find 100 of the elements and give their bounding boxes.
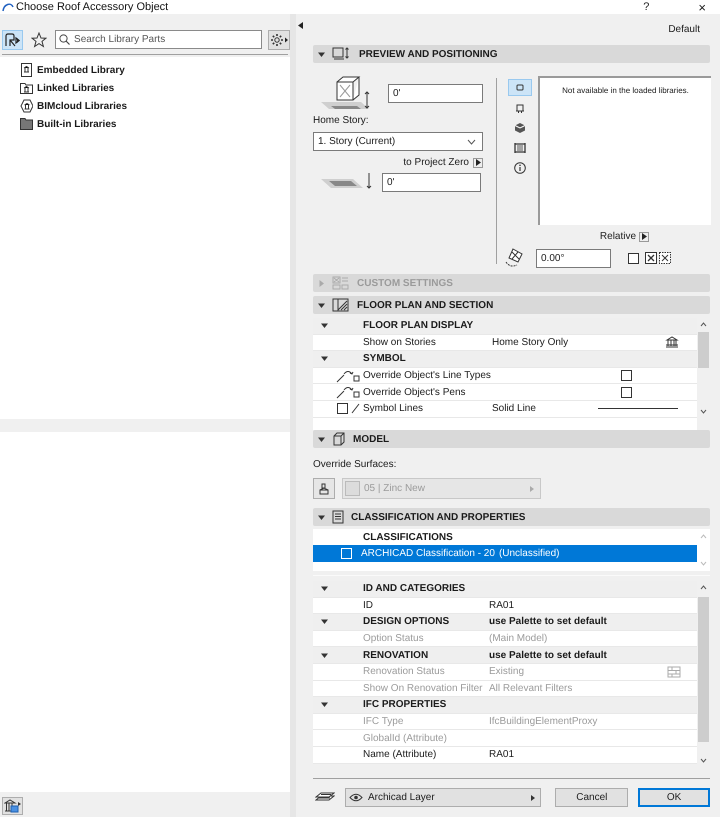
- tree-item[interactable]: Embedded Library: [37, 62, 125, 78]
- classification-row[interactable]: ARCHICAD Classification - 20 (Unclassified): [313, 545, 697, 562]
- collapse-caret-icon[interactable]: [321, 585, 328, 592]
- project-zero-menu-button[interactable]: [473, 158, 483, 168]
- tree-item[interactable]: Built-in Libraries: [37, 116, 116, 132]
- group-heading: CLASSIFICATIONS: [362, 530, 454, 544]
- checkbox[interactable]: [621, 386, 632, 398]
- field-label: Home Story:: [313, 114, 370, 128]
- collapse-caret-icon[interactable]: [321, 322, 328, 330]
- property-value: Solid Line: [492, 402, 537, 416]
- collapse-caret-icon[interactable]: [321, 355, 328, 362]
- eye-icon: [349, 793, 363, 802]
- override-surface-button[interactable]: [313, 478, 335, 499]
- floor-plan-icon: [332, 298, 350, 312]
- paint-brush-icon: [319, 482, 329, 494]
- collapse-caret-icon[interactable]: [321, 652, 328, 659]
- library-manager-button[interactable]: [2, 797, 23, 815]
- collapse-arrow-icon[interactable]: [298, 22, 303, 29]
- dropdown-value: Archicad Layer: [368, 791, 436, 805]
- collapse-caret-icon[interactable]: [318, 302, 325, 308]
- document-icon: [332, 510, 344, 524]
- elevation-view-icon: [514, 142, 526, 154]
- zero-elevation-field[interactable]: 0': [382, 172, 481, 192]
- window-title: Choose Roof Accessory Object: [16, 0, 168, 15]
- search-field[interactable]: Search Library Parts: [55, 30, 262, 49]
- property-label: Show On Renovation Filter: [363, 682, 484, 696]
- field-label: Override Surfaces:: [313, 458, 398, 472]
- surface-swatch: [345, 481, 360, 496]
- section-title: CLASSIFICATION AND PROPERTIES: [351, 510, 526, 524]
- group-heading: DESIGN OPTIONS: [363, 615, 450, 630]
- mirror-off-button[interactable]: [628, 252, 639, 264]
- property-label: IFC Type: [363, 715, 404, 730]
- property-value: RA01: [489, 598, 516, 613]
- library-icon: [20, 81, 33, 95]
- cancel-button[interactable]: Cancel: [555, 788, 628, 807]
- property-label: Show on Stories: [363, 336, 437, 350]
- layer-dropdown[interactable]: Archicad Layer: [345, 788, 542, 807]
- dropdown-value: 1. Story (Current): [318, 135, 396, 149]
- checkbox[interactable]: [337, 403, 348, 414]
- angle-field[interactable]: 0.00°: [536, 248, 611, 268]
- ok-button[interactable]: OK: [638, 788, 710, 807]
- property-label: Symbol Lines: [363, 402, 424, 416]
- tree-item[interactable]: Linked Libraries: [37, 80, 114, 96]
- collapse-caret-icon[interactable]: [321, 701, 328, 708]
- library-icon: [20, 99, 33, 113]
- scrollbar[interactable]: [697, 529, 710, 571]
- settings-button[interactable]: [268, 30, 290, 50]
- help-button[interactable]: ?: [643, 0, 650, 16]
- property-value: (Main Model): [489, 632, 548, 646]
- section-header[interactable]: FLOOR PLAN AND SECTION: [313, 296, 710, 314]
- library-building-icon: [4, 799, 22, 813]
- field-label: to Project Zero: [403, 156, 469, 170]
- cube-icon: [514, 122, 526, 134]
- collapse-caret-icon[interactable]: [318, 514, 325, 520]
- brick-wall-icon: [667, 666, 681, 678]
- gear-icon: [270, 33, 289, 47]
- scroll-down-icon: [700, 409, 707, 414]
- object-type-button[interactable]: [2, 30, 24, 50]
- dropdown-value: 05 | Zinc New: [364, 482, 426, 496]
- property-label: Name (Attribute): [363, 748, 438, 762]
- group-heading: FLOOR PLAN DISPLAY: [363, 319, 474, 334]
- custom-settings-icon: [332, 276, 350, 290]
- property-label: Override Object's Line Types: [363, 369, 492, 384]
- group-heading: IFC PROPERTIES: [363, 698, 448, 712]
- checkbox[interactable]: [621, 370, 632, 382]
- elevation-field[interactable]: 0': [388, 84, 483, 102]
- scrollbar-thumb[interactable]: [698, 597, 709, 742]
- scrollbar-thumb[interactable]: [698, 332, 709, 368]
- property-value: use Palette to set default: [489, 615, 608, 630]
- property-value: Home Story Only: [492, 336, 570, 350]
- scroll-down-icon: [700, 758, 707, 763]
- settings-name: Default: [667, 23, 701, 37]
- scroll-up-icon: [700, 534, 707, 539]
- property-label: Renovation Status: [363, 665, 446, 680]
- tree-item[interactable]: BIMcloud Libraries: [37, 98, 128, 114]
- collapse-caret-icon[interactable]: [318, 50, 325, 58]
- library-icon: [20, 63, 33, 77]
- property-label: Override Object's Pens: [363, 386, 467, 400]
- section-header[interactable]: PREVIEW AND POSITIONING: [313, 45, 710, 63]
- property-label: GlobalId (Attribute): [363, 732, 448, 746]
- favorites-star-icon[interactable]: [31, 32, 48, 48]
- collapse-caret-icon[interactable]: [321, 618, 328, 626]
- scroll-down-icon: [700, 561, 707, 566]
- section-header[interactable]: CLASSIFICATION AND PROPERTIES: [313, 508, 710, 526]
- play-arrow-icon: [642, 233, 647, 240]
- section-header[interactable]: MODEL: [313, 430, 710, 448]
- group-heading: ID AND CATEGORIES: [363, 582, 466, 596]
- relative-menu-button[interactable]: [639, 232, 650, 242]
- mirror-x-button[interactable]: [645, 252, 657, 264]
- slash-line-icon: [351, 403, 360, 414]
- close-button[interactable]: ×: [698, 0, 706, 14]
- plan-view-icon: [514, 82, 526, 94]
- property-value: Existing: [489, 665, 526, 680]
- group-heading: RENOVATION: [363, 648, 430, 663]
- home-story-dropdown[interactable]: 1. Story (Current): [313, 132, 483, 151]
- mirror-y-button[interactable]: [659, 252, 671, 264]
- app-icon: [2, 2, 14, 12]
- classification-name: ARCHICAD Classification - 20: [361, 547, 495, 561]
- view-mode-button[interactable]: [508, 79, 532, 96]
- collapse-caret-icon[interactable]: [318, 436, 325, 442]
